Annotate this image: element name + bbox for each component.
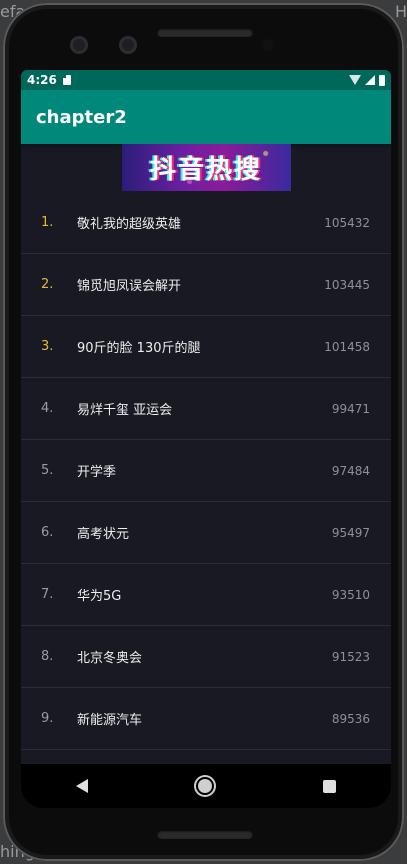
hot-count: 89536 (331, 711, 370, 726)
banner-text: 抖音热搜 (149, 155, 262, 185)
wifi-icon (349, 75, 361, 85)
hot-count: 105432 (324, 215, 370, 230)
rank-number: 4. (41, 401, 54, 416)
douyin-hot-search-banner: 抖音热搜 (121, 144, 291, 191)
rank-number: 5. (41, 463, 54, 478)
earpiece-speaker (157, 28, 253, 37)
list-item[interactable]: 5. 开学季 97484 (21, 440, 391, 502)
hot-count: 95497 (331, 525, 370, 540)
battery-icon (379, 74, 385, 86)
hot-count: 97484 (331, 463, 370, 478)
rank-number: 8. (41, 649, 54, 664)
device-screen: 4:26 chapter2 抖音热搜 1. 敬礼我的超级英雄 105432 2. 锦觅旭… (21, 70, 391, 808)
list-item[interactable]: 4. 易烊千玺 亚运会 99471 (21, 378, 391, 440)
signal-icon (365, 75, 375, 85)
item-title: 开学季 (77, 465, 117, 480)
list-item[interactable]: 6. 高考状元 95497 (21, 502, 391, 564)
hot-count: 91523 (331, 649, 370, 664)
app-title: chapter2 (36, 106, 127, 128)
hot-count: 93510 (331, 587, 370, 602)
rank-number: 2. (41, 277, 54, 292)
rank-number: 6. (41, 525, 54, 540)
home-icon[interactable] (198, 779, 213, 793)
list-item[interactable]: 1. 敬礼我的超级英雄 105432 (21, 192, 391, 254)
rank-number: 3. (41, 339, 54, 354)
back-icon[interactable] (76, 779, 89, 793)
status-time: 4:26 (27, 73, 57, 87)
front-camera-icon (70, 36, 88, 54)
proximity-sensor-icon (262, 39, 274, 51)
sensor-icon (119, 36, 137, 54)
item-title: 华为5G (77, 589, 122, 604)
rank-number: 7. (41, 587, 54, 602)
bottom-speaker (157, 830, 253, 839)
hot-count: 101458 (324, 339, 370, 354)
rank-number: 1. (41, 215, 54, 230)
list-item[interactable]: 8. 北京冬奥会 91523 (21, 626, 391, 688)
status-bar: 4:26 (21, 70, 391, 90)
hot-search-list: 1. 敬礼我的超级英雄 105432 2. 锦觅旭凤误会解开 103445 3. 90斤的脸 … (21, 192, 391, 750)
item-title: 北京冬奥会 (77, 651, 143, 666)
hot-count: 103445 (324, 277, 370, 292)
hot-count: 99471 (331, 401, 370, 416)
item-title: 易烊千玺 亚运会 (77, 403, 173, 418)
sd-card-icon (62, 75, 71, 85)
item-title: 90斤的脸 130斤的腿 (77, 341, 201, 356)
item-title: 新能源汽车 (77, 713, 143, 728)
item-title: 锦觅旭凤误会解开 (77, 279, 182, 294)
rank-number: 9. (41, 711, 54, 726)
item-title: 敬礼我的超级英雄 (77, 217, 182, 232)
host-edge-text: H (394, 2, 407, 21)
list-item[interactable]: 7. 华为5G 93510 (21, 564, 391, 626)
banner-container: 抖音热搜 (21, 144, 391, 192)
navigation-bar (21, 764, 391, 808)
app-bar: chapter2 (21, 90, 391, 144)
list-item[interactable]: 2. 锦觅旭凤误会解开 103445 (21, 254, 391, 316)
list-item[interactable]: 9. 新能源汽车 89536 (21, 688, 391, 750)
item-title: 高考状元 (77, 527, 130, 542)
phone-frame: 4:26 chapter2 抖音热搜 1. 敬礼我的超级英雄 105432 2. 锦觅旭… (3, 3, 404, 861)
recent-apps-icon[interactable] (322, 779, 336, 793)
list-item[interactable]: 3. 90斤的脸 130斤的腿 101458 (21, 316, 391, 378)
